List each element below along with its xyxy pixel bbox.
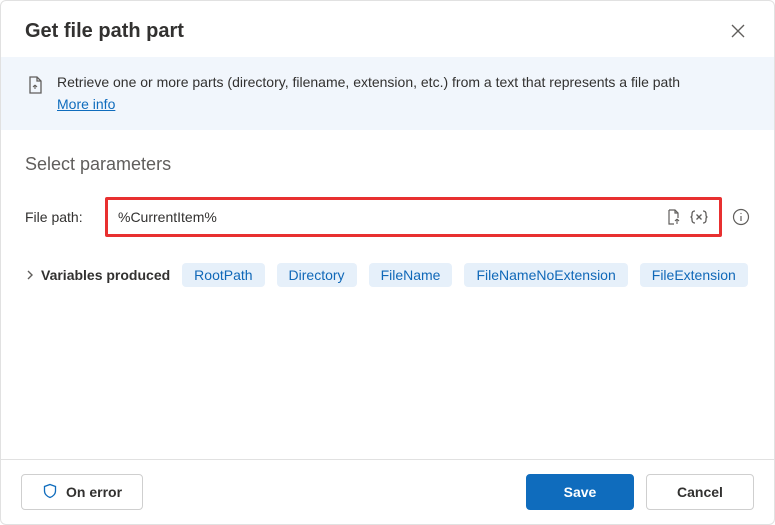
variables-row: Variables produced RootPath Directory Fi… — [25, 263, 750, 287]
variables-toggle[interactable]: Variables produced — [25, 267, 170, 283]
cancel-button[interactable]: Cancel — [646, 474, 754, 510]
save-button[interactable]: Save — [526, 474, 634, 510]
file-path-row: File path: %CurrentItem% — [25, 197, 750, 237]
dialog-header: Get file path part — [1, 1, 774, 57]
banner-text: Retrieve one or more parts (directory, f… — [57, 73, 680, 114]
close-button[interactable] — [726, 19, 750, 43]
file-picker-icon[interactable] — [665, 208, 683, 226]
info-icon[interactable] — [732, 208, 750, 226]
file-icon — [25, 75, 45, 98]
file-path-label: File path: — [25, 209, 95, 225]
dialog-title: Get file path part — [25, 20, 184, 43]
dialog: Get file path part Retrieve one or more … — [0, 0, 775, 525]
chevron-right-icon — [25, 270, 35, 280]
info-banner: Retrieve one or more parts (directory, f… — [1, 57, 774, 130]
variable-pill[interactable]: Directory — [277, 263, 357, 287]
variable-pill[interactable]: FileExtension — [640, 263, 748, 287]
more-info-link[interactable]: More info — [57, 95, 115, 115]
dialog-footer: On error Save Cancel — [1, 459, 774, 524]
on-error-label: On error — [66, 484, 122, 500]
file-path-value: %CurrentItem% — [118, 209, 659, 225]
dialog-body: Select parameters File path: %CurrentIte… — [1, 130, 774, 459]
banner-description: Retrieve one or more parts (directory, f… — [57, 74, 680, 90]
section-title: Select parameters — [25, 154, 750, 175]
variables-label: Variables produced — [41, 267, 170, 283]
close-icon — [731, 24, 745, 38]
shield-icon — [42, 483, 58, 502]
variable-pill[interactable]: FileName — [369, 263, 453, 287]
file-path-input[interactable]: %CurrentItem% — [105, 197, 722, 237]
on-error-button[interactable]: On error — [21, 474, 143, 510]
variable-picker-icon[interactable] — [689, 208, 709, 226]
variable-pill[interactable]: FileNameNoExtension — [464, 263, 627, 287]
variable-pill[interactable]: RootPath — [182, 263, 264, 287]
footer-actions: Save Cancel — [526, 474, 754, 510]
